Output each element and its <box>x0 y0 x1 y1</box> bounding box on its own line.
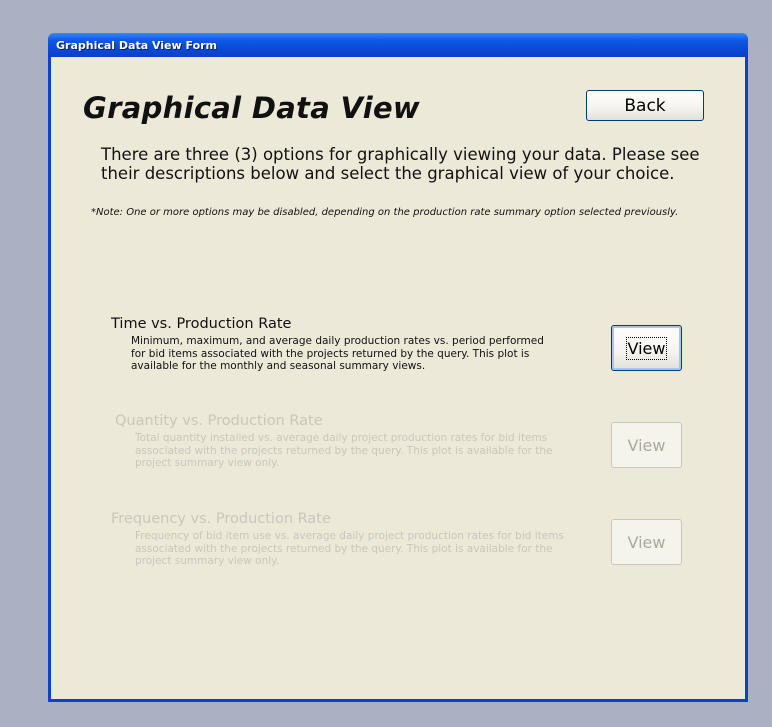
view-button-label: View <box>627 435 666 455</box>
view-frequency-button[interactable]: View <box>611 519 682 565</box>
option-description: Minimum, maximum, and average daily prod… <box>131 335 544 372</box>
window-title: Graphical Data View Form <box>56 39 218 52</box>
option-title: Quantity vs. Production Rate <box>115 413 323 429</box>
option-description: Frequency of bid item use vs. average da… <box>135 530 564 567</box>
view-button-label: View <box>625 336 668 360</box>
form-client-area: Graphical Data View Back There are three… <box>51 57 745 699</box>
page-title: Graphical Data View <box>83 91 421 125</box>
view-button-label: View <box>627 532 666 552</box>
window-title-bar[interactable]: Graphical Data View Form <box>48 33 748 57</box>
option-description: Total quantity installed vs. average dai… <box>135 432 553 469</box>
back-button[interactable]: Back <box>586 90 704 121</box>
option-title: Frequency vs. Production Rate <box>111 511 331 527</box>
view-time-button[interactable]: View <box>611 325 682 371</box>
intro-text: There are three (3) options for graphica… <box>101 145 700 183</box>
option-title: Time vs. Production Rate <box>111 316 292 332</box>
note-text: *Note: One or more options may be disabl… <box>91 207 679 218</box>
view-quantity-button[interactable]: View <box>611 422 682 468</box>
graphical-data-view-window: Graphical Data View Form Graphical Data … <box>48 33 748 702</box>
